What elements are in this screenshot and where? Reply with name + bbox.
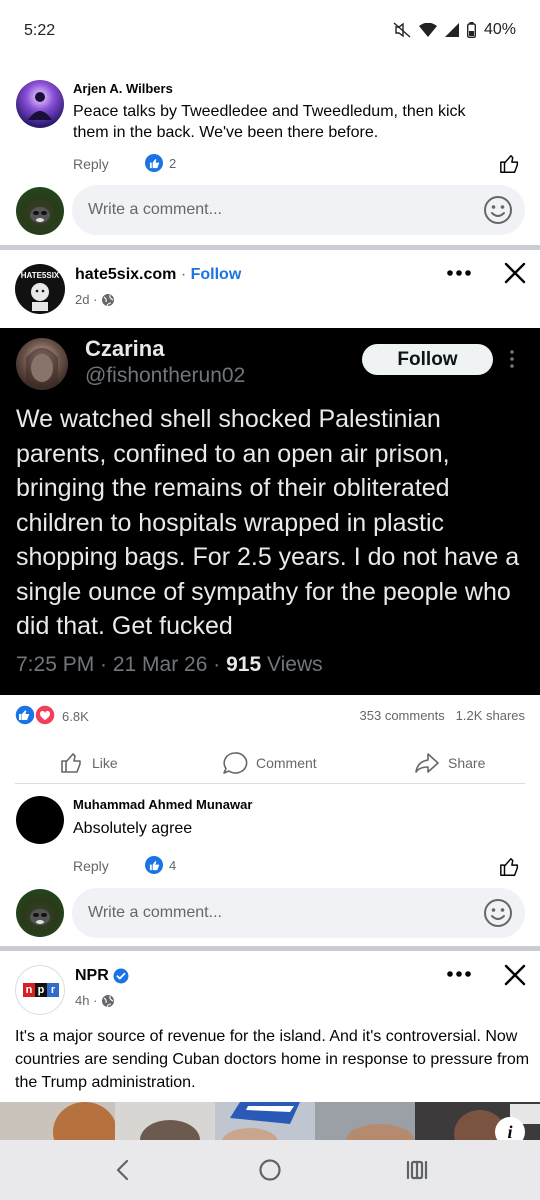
mute-icon bbox=[393, 22, 411, 38]
like-count: 2 bbox=[169, 156, 177, 171]
tweet-author-handle: @fishontherun02 bbox=[85, 364, 246, 387]
page-avatar[interactable]: HATE5SIX bbox=[15, 264, 65, 314]
tweet-avatar bbox=[16, 338, 68, 390]
status-icons: 40% bbox=[393, 21, 516, 39]
tweet-time: 7:25 PM · 21 Mar 26 · bbox=[16, 653, 227, 676]
avatar[interactable] bbox=[16, 187, 64, 235]
reply-button[interactable]: Reply bbox=[73, 858, 109, 874]
comment-placeholder: Write a comment... bbox=[88, 201, 222, 218]
post-actions: Like Comment Share bbox=[0, 745, 540, 785]
write-comment-row: Write a comment... bbox=[0, 185, 540, 241]
post-time[interactable]: 2d · bbox=[75, 292, 97, 307]
post-image[interactable]: i bbox=[0, 1102, 540, 1142]
emoji-icon[interactable] bbox=[483, 898, 513, 928]
svg-text:HATE5SIX: HATE5SIX bbox=[21, 271, 60, 280]
post-time[interactable]: 4h · bbox=[75, 993, 97, 1008]
tweet-meta: 7:25 PM · 21 Mar 26 · 915 Views bbox=[16, 653, 323, 677]
tweet-views-count: 915 bbox=[226, 653, 262, 676]
page-name[interactable]: NPR bbox=[75, 967, 109, 985]
home-icon[interactable] bbox=[258, 1158, 282, 1182]
share-label: Share bbox=[448, 755, 486, 771]
comment-label: Comment bbox=[256, 755, 317, 771]
close-icon[interactable] bbox=[504, 964, 526, 986]
page-name-line: hate5six.com · Follow bbox=[75, 266, 241, 284]
divider bbox=[0, 245, 540, 250]
comments-count[interactable]: 353 comments bbox=[360, 708, 445, 723]
page-avatar[interactable]: n p r bbox=[15, 965, 65, 1015]
avatar[interactable] bbox=[16, 80, 64, 128]
like-icon bbox=[145, 856, 163, 874]
signal-icon bbox=[444, 23, 459, 37]
shares-count[interactable]: 1.2K shares bbox=[456, 708, 525, 723]
tweet-follow-button: Follow bbox=[362, 344, 493, 375]
reactions-row: 6.8K 353 comments 1.2K shares bbox=[0, 700, 540, 730]
like-count: 4 bbox=[169, 858, 177, 873]
comments-shares: 353 comments 1.2K shares bbox=[360, 708, 525, 723]
npr-logo: n p r bbox=[23, 983, 59, 997]
like-icon[interactable] bbox=[499, 153, 521, 175]
like-button[interactable]: Like bbox=[60, 751, 118, 775]
divider bbox=[0, 946, 540, 951]
tweet-author-name: Czarina bbox=[85, 336, 165, 361]
tweet-text: We watched shell shocked Palestinian par… bbox=[16, 405, 520, 640]
write-comment-row: Write a comment... bbox=[0, 888, 540, 944]
comment-text: Peace talks by Tweedledee and Tweedledum… bbox=[73, 103, 466, 141]
battery-icon bbox=[466, 22, 476, 38]
info-icon[interactable]: i bbox=[494, 1116, 526, 1142]
tweet-views-label: Views bbox=[261, 653, 323, 676]
post-image-tweet[interactable]: Czarina @fishontherun02 Follow We watche… bbox=[0, 328, 540, 695]
more-icon[interactable] bbox=[446, 269, 472, 277]
battery-percent: 40% bbox=[483, 21, 516, 38]
status-bar: 5:22 40% bbox=[0, 0, 540, 62]
separator: · bbox=[176, 266, 191, 283]
globe-icon bbox=[102, 293, 115, 306]
comment-input[interactable]: Write a comment... bbox=[72, 185, 525, 235]
like-icon bbox=[145, 154, 163, 172]
avatar[interactable] bbox=[16, 796, 64, 844]
comment-author[interactable]: Arjen A. Wilbers bbox=[73, 81, 173, 96]
love-icon[interactable] bbox=[34, 704, 56, 726]
reply-button[interactable]: Reply bbox=[73, 156, 109, 172]
comment-input[interactable]: Write a comment... bbox=[72, 888, 525, 938]
comment-placeholder: Write a comment... bbox=[88, 904, 222, 921]
status-time: 5:22 bbox=[24, 22, 56, 39]
like-icon[interactable] bbox=[14, 704, 36, 726]
system-nav-bar bbox=[0, 1140, 540, 1200]
back-icon[interactable] bbox=[113, 1159, 133, 1181]
svg-text:i: i bbox=[507, 1122, 512, 1142]
like-label: Like bbox=[92, 755, 118, 771]
post-meta: 4h · bbox=[75, 993, 115, 1008]
reactions-count[interactable]: 6.8K bbox=[62, 709, 89, 724]
comment-text: Absolutely agree bbox=[73, 820, 193, 837]
globe-icon bbox=[102, 994, 115, 1007]
page-name[interactable]: hate5six.com bbox=[75, 266, 176, 283]
like-icon[interactable] bbox=[499, 856, 521, 878]
wifi-icon bbox=[418, 23, 437, 37]
comment-author[interactable]: Muhammad Ahmed Munawar bbox=[73, 797, 252, 812]
more-icon[interactable] bbox=[446, 970, 472, 978]
like-icon bbox=[61, 753, 81, 773]
page-name-line: NPR bbox=[75, 967, 129, 985]
post-meta: 2d · bbox=[75, 292, 115, 307]
more-icon bbox=[510, 350, 514, 368]
close-icon[interactable] bbox=[504, 262, 526, 284]
divider bbox=[15, 783, 525, 784]
emoji-icon[interactable] bbox=[483, 195, 513, 225]
avatar[interactable] bbox=[16, 889, 64, 937]
comment-icon bbox=[223, 752, 248, 774]
verified-icon bbox=[113, 968, 129, 984]
share-icon bbox=[415, 753, 439, 773]
share-button[interactable]: Share bbox=[414, 751, 485, 775]
post-text: It's a major source of revenue for the i… bbox=[15, 1028, 530, 1091]
follow-link[interactable]: Follow bbox=[191, 266, 242, 283]
recents-icon[interactable] bbox=[405, 1160, 429, 1180]
comment-button[interactable]: Comment bbox=[222, 751, 317, 775]
